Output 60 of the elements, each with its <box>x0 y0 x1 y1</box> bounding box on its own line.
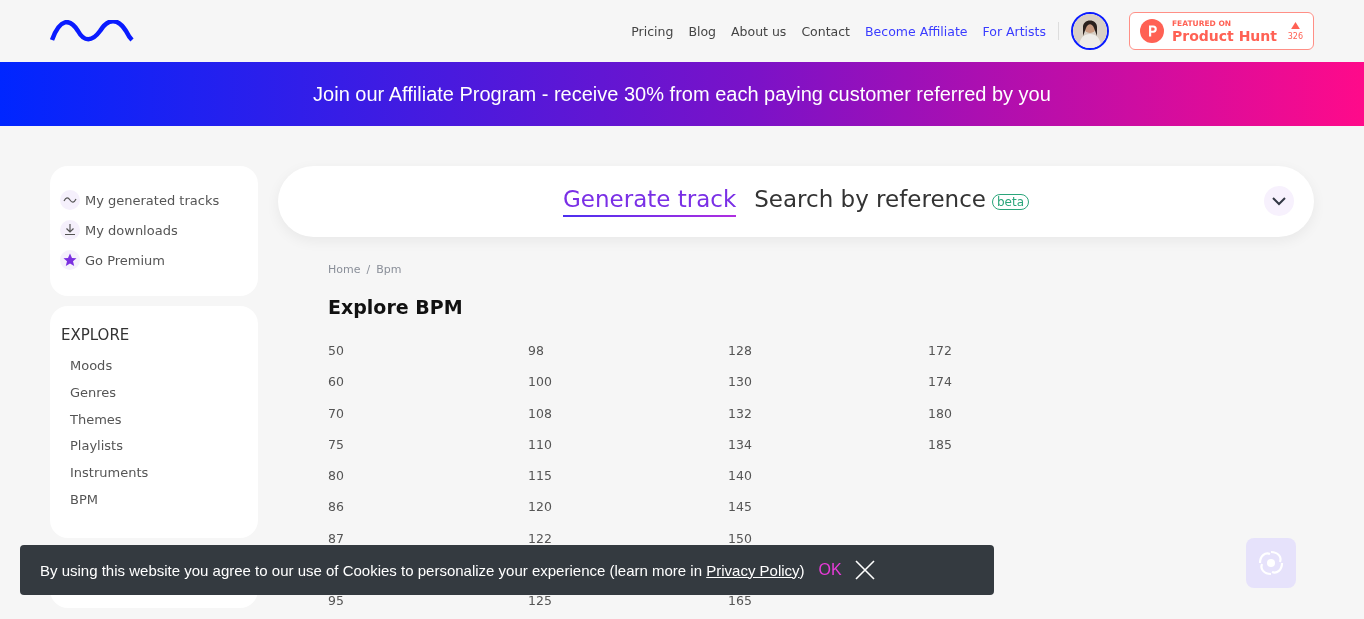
sidebar-link[interactable]: Genres <box>70 379 117 407</box>
number-link[interactable]: 70 <box>328 407 344 420</box>
wave-icon <box>60 190 80 210</box>
number-link[interactable]: 87 <box>328 532 344 545</box>
avatar-icon[interactable] <box>1071 12 1109 50</box>
number-link[interactable]: 122 <box>528 532 552 545</box>
number-link[interactable]: 174 <box>928 376 952 389</box>
sidebar-link[interactable]: Instruments <box>70 460 149 487</box>
nav-link[interactable]: Contact <box>801 23 851 39</box>
number-link[interactable]: 145 <box>728 501 752 514</box>
number-link[interactable]: 125 <box>528 595 552 608</box>
number-link[interactable]: 140 <box>728 470 752 483</box>
sidebar-link[interactable]: BPM <box>70 487 98 514</box>
number-link[interactable]: 110 <box>528 438 552 451</box>
sidebar-link[interactable]: Playlists <box>70 433 123 461</box>
number-link[interactable]: 134 <box>728 438 752 451</box>
number-link[interactable]: 86 <box>328 501 344 514</box>
number-link[interactable]: 180 <box>928 407 952 420</box>
number-link[interactable]: 165 <box>728 595 752 608</box>
number-link[interactable]: 128 <box>728 345 752 357</box>
sidebar-link[interactable]: Moods <box>70 353 113 380</box>
number-link[interactable]: 130 <box>728 376 752 389</box>
letter-p-icon <box>1140 19 1164 43</box>
download-icon <box>60 220 80 240</box>
sidebar-link[interactable]: My downloads <box>85 222 178 238</box>
tab[interactable]: Search by reference <box>754 186 986 217</box>
sidebar-link[interactable]: My generated tracks <box>85 192 220 208</box>
sidebar-link[interactable]: Go Premium <box>85 252 165 268</box>
number-link[interactable]: 132 <box>728 407 752 420</box>
nav-link[interactable]: Pricing <box>631 23 674 39</box>
number-link[interactable]: 120 <box>528 501 552 514</box>
nav-link[interactable]: About us <box>731 23 787 39</box>
chevron-down-icon[interactable] <box>1264 186 1294 216</box>
nav-link[interactable]: Blog <box>688 23 716 39</box>
nav-link[interactable]: For Artists <box>982 23 1046 39</box>
number-link[interactable]: 150 <box>728 532 752 545</box>
number-link[interactable]: 100 <box>528 376 552 389</box>
wave-logo[interactable] <box>50 20 134 42</box>
number-link[interactable]: 185 <box>928 438 952 451</box>
sidebar-link[interactable]: Themes <box>70 406 122 434</box>
number-link[interactable]: 98 <box>528 345 544 357</box>
privacy-policy-link[interactable]: Privacy Policy <box>706 561 800 579</box>
breadcrumb-separator: / <box>366 263 371 276</box>
number-link[interactable]: 108 <box>528 407 552 420</box>
number-link[interactable]: 95 <box>328 595 344 608</box>
section-heading: EXPLORE <box>61 326 130 344</box>
badge-title: Product Hunt <box>1172 27 1277 44</box>
nav-link[interactable]: Become Affiliate <box>865 23 968 39</box>
number-link[interactable]: 115 <box>528 470 552 483</box>
close-icon[interactable] <box>853 559 876 581</box>
upvote-count: 326 <box>1287 31 1303 41</box>
number-link[interactable]: 172 <box>928 345 952 357</box>
page-title: Explore BPM <box>328 296 464 318</box>
cookie-notice-text: By using this website you agree to our use of Cookies to personalize your experience (learn more in Privacy Policy) <box>40 561 805 579</box>
number-link[interactable]: 80 <box>328 470 344 483</box>
number-link[interactable]: 60 <box>328 376 344 389</box>
number-link[interactable]: 75 <box>328 438 344 451</box>
tab[interactable]: Generate track <box>563 186 737 217</box>
upvote-triangle-icon <box>1290 21 1300 29</box>
number-link[interactable]: 50 <box>328 345 344 357</box>
